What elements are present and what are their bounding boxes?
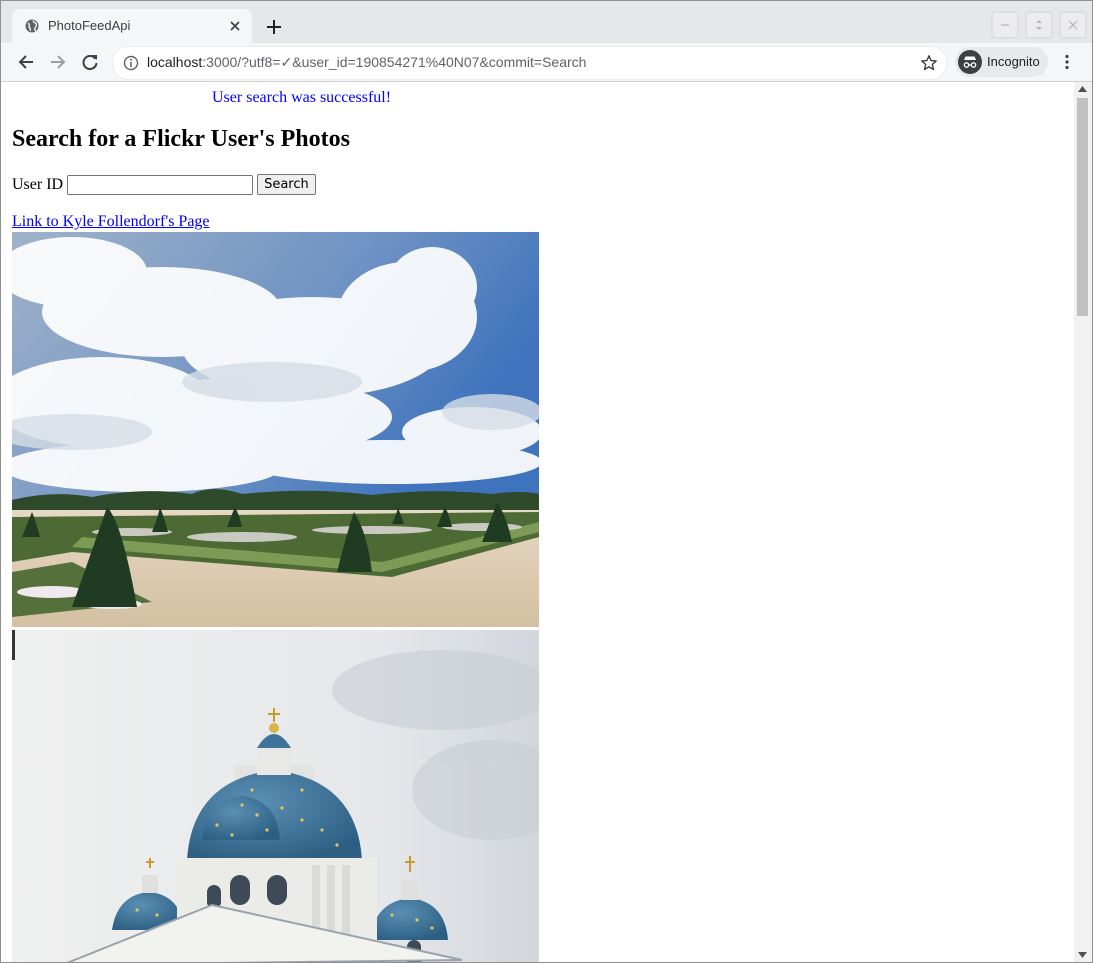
kebab-menu-icon[interactable]: [1058, 53, 1076, 71]
page-scrollbar[interactable]: [1074, 82, 1092, 962]
close-icon[interactable]: [226, 17, 244, 35]
browser-toolbar: localhost:3000/?utf8=✓&user_id=190854271…: [1, 43, 1092, 82]
incognito-icon: [958, 50, 982, 74]
search-button[interactable]: Search: [257, 174, 316, 195]
tab-title: PhotoFeedApi: [48, 18, 131, 33]
flash-notice: User search was successful!: [212, 89, 392, 106]
user-id-input[interactable]: [67, 174, 254, 195]
page-title: Search for a Flickr User's Photos: [12, 126, 350, 152]
minimize-icon[interactable]: [991, 11, 1019, 39]
user-page-link[interactable]: Link to Kyle Follendorf's Page: [12, 213, 210, 231]
tab-photofeedapi[interactable]: PhotoFeedApi: [12, 9, 252, 43]
url-rest: :3000/?utf8=✓&user_id=190854271%40N07&co…: [202, 54, 587, 70]
maximize-icon[interactable]: [1025, 11, 1053, 39]
url-host: localhost: [147, 54, 203, 70]
url-text: localhost:3000/?utf8=✓&user_id=190854271…: [147, 54, 586, 71]
back-arrow-icon[interactable]: [15, 51, 37, 73]
user-id-label: User ID: [12, 175, 64, 193]
info-icon[interactable]: [123, 55, 139, 71]
reload-icon[interactable]: [79, 51, 101, 73]
user-search-form: User ID Search: [12, 174, 316, 195]
close-window-icon[interactable]: [1059, 11, 1087, 39]
incognito-label: Incognito: [987, 54, 1040, 69]
scroll-down-icon[interactable]: [1078, 952, 1087, 958]
incognito-badge[interactable]: Incognito: [955, 47, 1048, 77]
star-icon[interactable]: [920, 54, 938, 72]
page-content: User search was successful! Search for a…: [2, 82, 1074, 962]
plus-icon[interactable]: [264, 17, 284, 37]
scroll-thumb[interactable]: [1077, 98, 1088, 316]
tab-strip: PhotoFeedApi: [1, 1, 1092, 43]
forward-arrow-icon[interactable]: [47, 51, 69, 73]
photo-garden: [12, 232, 539, 627]
globe-icon: [25, 19, 39, 33]
photo-cathedral: [12, 630, 539, 962]
scroll-up-icon[interactable]: [1078, 86, 1087, 92]
address-bar[interactable]: localhost:3000/?utf8=✓&user_id=190854271…: [112, 46, 947, 80]
